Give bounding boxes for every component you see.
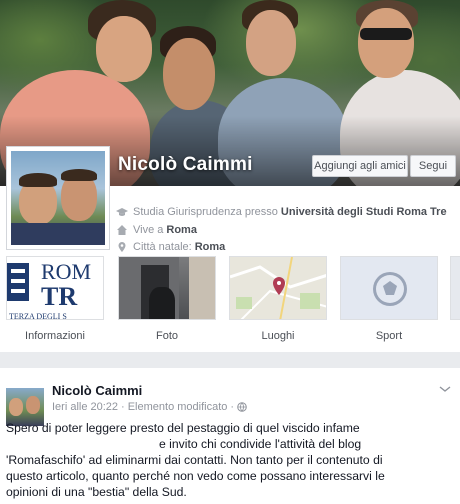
- house-icon: [116, 224, 128, 236]
- follow-button[interactable]: Segui: [410, 155, 456, 177]
- pic-shirts: [11, 223, 105, 245]
- soccer-ball-icon: [373, 272, 407, 306]
- post-line-4: questo articolo, quanto perché non vedo …: [6, 469, 385, 483]
- map-thumbnail: [230, 257, 326, 319]
- post-edited[interactable]: Elemento modificato: [128, 401, 228, 413]
- cover-person-3-face: [246, 10, 296, 76]
- post-line-5: opinioni di una "bestia" della Sud.: [6, 485, 187, 499]
- meta-separator-2: ·: [230, 401, 235, 413]
- pic-person-right-hair: [61, 169, 97, 181]
- post-author[interactable]: Nicolò Caimmi: [52, 383, 142, 398]
- cover-person-2-face: [163, 38, 215, 110]
- profile-picture-image: [11, 151, 105, 245]
- university-logo: ROM TR TERZA DEGLI S: [7, 259, 91, 320]
- post-line-2: e invito chi condivide l'attività del bl…: [159, 437, 362, 451]
- info-study: Studia Giurisprudenza presso Università …: [116, 206, 447, 218]
- globe-icon[interactable]: [237, 402, 247, 412]
- tile-sport[interactable]: [340, 256, 438, 320]
- post-line-1: Spero di poter leggere presto del pestag…: [6, 421, 360, 435]
- profile-picture[interactable]: [6, 146, 110, 250]
- add-friend-button[interactable]: Aggiungi agli amici: [312, 155, 408, 177]
- post-meta: Ieri alle 20:22 · Elemento modificato ·: [52, 401, 247, 413]
- pin-icon: [116, 241, 128, 253]
- chevron-down-icon[interactable]: [438, 384, 452, 394]
- meta-separator: ·: [121, 401, 125, 413]
- logo-line1: ROM: [41, 259, 91, 284]
- section-divider: [0, 352, 460, 368]
- info-lives-place[interactable]: Roma: [166, 224, 197, 236]
- post-time[interactable]: Ieri alle 20:22: [52, 401, 118, 413]
- info-hometown-prefix: Città natale:: [133, 241, 192, 253]
- tile-luoghi[interactable]: [229, 256, 327, 320]
- avatar-face-right: [26, 396, 40, 414]
- info-hometown: Città natale: Roma: [116, 241, 225, 253]
- cover-person-1-face: [96, 16, 152, 82]
- foto-wall: [189, 257, 215, 319]
- info-lives: Vive a Roma: [116, 224, 197, 236]
- tile-label-foto[interactable]: Foto: [118, 330, 216, 342]
- tile-label-informazioni[interactable]: Informazioni: [6, 330, 104, 342]
- avatar-face-left: [9, 398, 23, 416]
- tile-label-luoghi[interactable]: Luoghi: [229, 330, 327, 342]
- post-line-3: 'Romafaschifo' ad eliminarmi dai contatt…: [6, 453, 383, 467]
- cover-person-4-face: [358, 8, 414, 78]
- info-study-prefix: Studia Giurisprudenza presso: [133, 206, 278, 218]
- logo-line2: TR: [41, 282, 77, 311]
- sunglasses: [360, 28, 412, 40]
- info-lives-prefix: Vive a: [133, 224, 164, 236]
- logo-line3: TERZA DEGLI S: [9, 312, 67, 320]
- tile-informazioni[interactable]: ROM TR TERZA DEGLI S: [6, 256, 104, 320]
- pic-person-left-hair: [19, 173, 57, 187]
- info-hometown-place[interactable]: Roma: [195, 241, 226, 253]
- post-body: Spero di poter leggere presto del pestag…: [6, 420, 454, 500]
- tile-label-sport[interactable]: Sport: [340, 330, 438, 342]
- foto-people: [149, 287, 175, 319]
- tile-more[interactable]: [450, 256, 460, 320]
- profile-name: Nicolò Caimmi: [118, 154, 253, 175]
- tile-foto[interactable]: [118, 256, 216, 320]
- graduation-cap-icon: [116, 206, 128, 218]
- info-study-place[interactable]: Università degli Studi Roma Tre: [281, 206, 447, 218]
